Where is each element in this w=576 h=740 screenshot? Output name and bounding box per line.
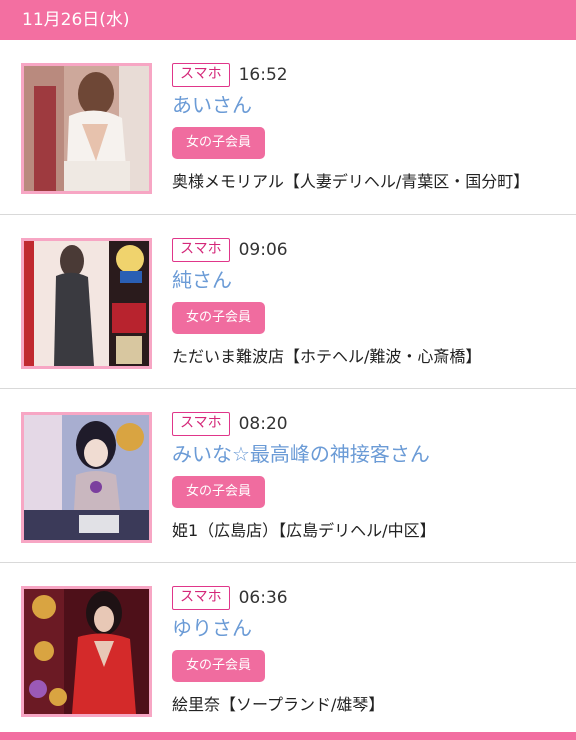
profile-thumbnail[interactable] [21,63,152,194]
shop-info[interactable]: 絵里奈【ソープランド/雄琴】 [172,691,566,715]
footer-bar [0,732,576,740]
entry-meta: スマホ 08:20 みいな☆最高峰の神接客さん 女の子会員 姫1（広島店）【広島… [172,411,566,541]
shop-info[interactable]: ただいま難波店【ホテヘル/難波・心斎橋】 [172,343,566,367]
shop-info[interactable]: 姫1（広島店）【広島デリヘル/中区】 [172,517,566,541]
shop-info[interactable]: 奥様メモリアル【人妻デリヘル/青葉区・国分町】 [172,168,566,192]
date-header: 11月26日(水) [0,0,576,40]
device-badge: スマホ [172,585,230,610]
member-badge: 女の子会員 [172,127,266,159]
entry-meta: スマホ 16:52 あいさん 女の子会員 奥様メモリアル【人妻デリヘル/青葉区・… [172,62,566,192]
post-time: 09:06 [238,239,288,260]
girl-name-link[interactable]: ゆりさん [172,615,566,641]
list-item[interactable]: スマホ 09:06 純さん 女の子会員 ただいま難波店【ホテヘル/難波・心斎橋】 [0,215,576,389]
profile-thumbnail[interactable] [21,238,152,369]
member-badge: 女の子会員 [172,476,266,508]
post-time: 06:36 [238,587,288,608]
device-badge: スマホ [172,62,230,87]
profile-thumbnail[interactable] [21,412,152,543]
profile-thumbnail[interactable] [21,586,152,717]
post-time: 16:52 [238,64,288,85]
member-badge: 女の子会員 [172,650,266,682]
list-item[interactable]: スマホ 08:20 みいな☆最高峰の神接客さん 女の子会員 姫1（広島店）【広島… [0,389,576,563]
girl-name-link[interactable]: あいさん [172,92,566,118]
list-item[interactable]: スマホ 06:36 ゆりさん 女の子会員 絵里奈【ソープランド/雄琴】 [0,563,576,737]
device-badge: スマホ [172,237,230,262]
entry-list: スマホ 16:52 あいさん 女の子会員 奥様メモリアル【人妻デリヘル/青葉区・… [0,40,576,737]
post-time: 08:20 [238,413,288,434]
member-badge: 女の子会員 [172,302,266,334]
girl-name-link[interactable]: 純さん [172,267,566,293]
device-badge: スマホ [172,411,230,436]
list-item[interactable]: スマホ 16:52 あいさん 女の子会員 奥様メモリアル【人妻デリヘル/青葉区・… [0,40,576,215]
entry-meta: スマホ 06:36 ゆりさん 女の子会員 絵里奈【ソープランド/雄琴】 [172,585,566,715]
girl-name-link[interactable]: みいな☆最高峰の神接客さん [172,441,566,467]
entry-meta: スマホ 09:06 純さん 女の子会員 ただいま難波店【ホテヘル/難波・心斎橋】 [172,237,566,367]
